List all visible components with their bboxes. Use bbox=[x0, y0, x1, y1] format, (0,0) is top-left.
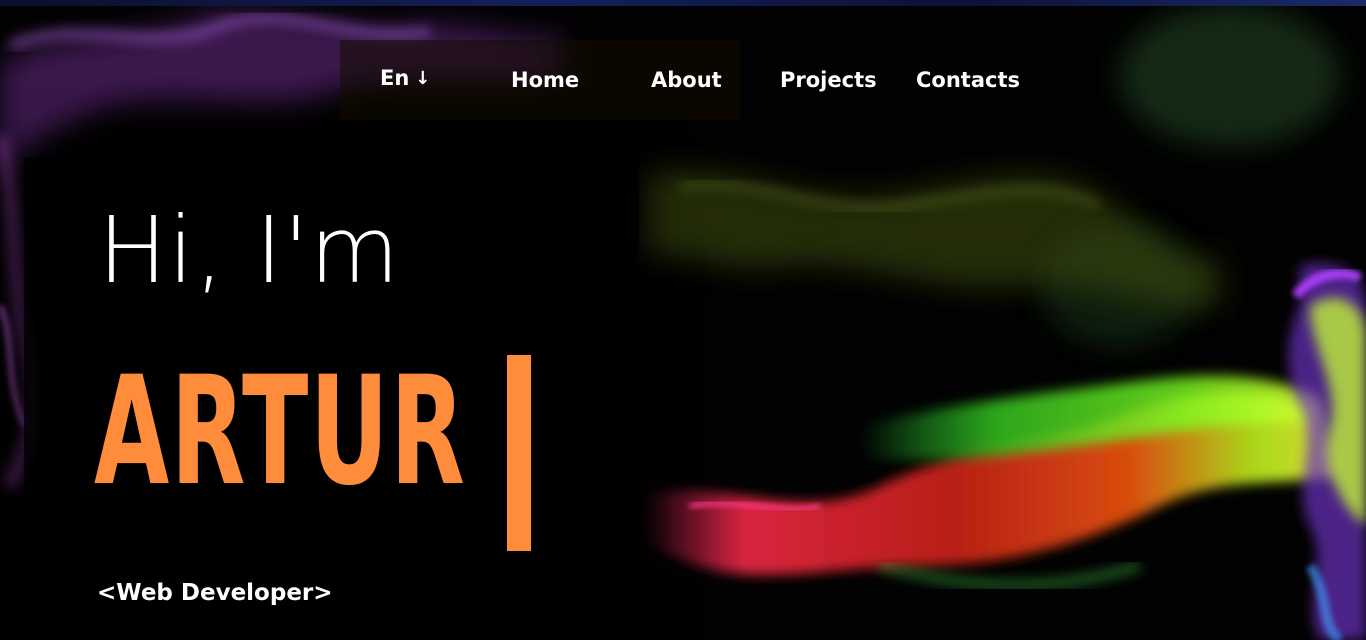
nav-link-home[interactable]: Home bbox=[511, 68, 579, 92]
language-selector[interactable]: En ↓ bbox=[380, 66, 430, 90]
nav-link-projects[interactable]: Projects bbox=[780, 68, 877, 92]
nav-link-contacts[interactable]: Contacts bbox=[916, 68, 1020, 92]
arrow-down-icon: ↓ bbox=[415, 67, 431, 89]
language-label: En bbox=[380, 66, 410, 90]
page: En ↓ Home About Projects Contacts Hi, I'… bbox=[0, 0, 1366, 640]
main-nav: En ↓ Home About Projects Contacts bbox=[340, 56, 1060, 102]
typing-cursor bbox=[507, 355, 531, 551]
hero-name: ARTUR bbox=[94, 345, 467, 519]
hero-greeting: Hi, I'm bbox=[98, 197, 401, 304]
hero-role: <Web Developer> bbox=[97, 580, 333, 606]
nav-link-about[interactable]: About bbox=[651, 68, 722, 92]
